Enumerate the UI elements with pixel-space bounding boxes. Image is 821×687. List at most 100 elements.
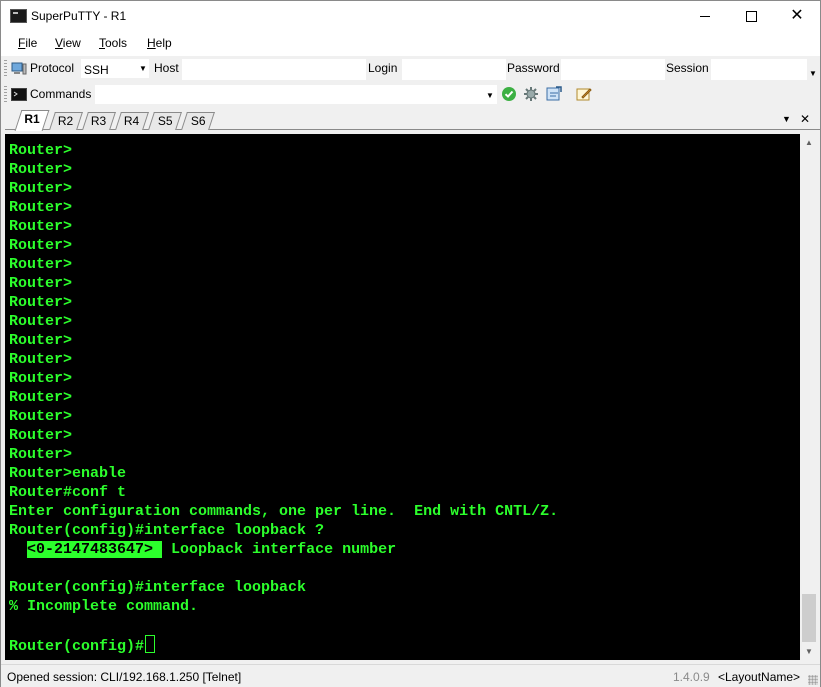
- menu-view-accel: V: [55, 36, 63, 50]
- terminal-line: Router>: [9, 142, 73, 159]
- scrollbar-thumb[interactable]: [802, 594, 816, 642]
- chevron-down-icon: ▼: [486, 91, 494, 100]
- send-command-button[interactable]: [501, 86, 517, 102]
- version-label: 1.4.0.9: [673, 670, 710, 684]
- maximize-button[interactable]: [728, 1, 774, 31]
- host-field[interactable]: [182, 59, 366, 80]
- title-bar[interactable]: SuperPuTTY - R1 ✕: [1, 1, 820, 31]
- tab-r3-label: R3: [91, 114, 107, 128]
- session-label: Session: [666, 61, 709, 75]
- edit-button[interactable]: [576, 86, 592, 102]
- menu-file-label: ile: [25, 36, 38, 50]
- terminal-line: Router>: [9, 218, 73, 235]
- toolbar-overflow-icon[interactable]: ▼: [809, 69, 817, 78]
- tab-r3[interactable]: R3: [82, 112, 116, 130]
- menu-view[interactable]: View: [55, 36, 81, 50]
- settings-button[interactable]: [523, 86, 539, 102]
- menu-bar: File View Tools Help: [1, 31, 820, 56]
- maximize-icon: [745, 10, 757, 22]
- session-tabs: R1 R2 R3 R4 S5 S6 ▼ ✕: [1, 108, 820, 132]
- terminal-help-line: <0-2147483647> Loopback interface number: [9, 540, 396, 559]
- terminal-app-icon: [10, 9, 27, 23]
- terminal-line: Router>: [9, 237, 73, 254]
- terminal-prompt: Router(config)#: [9, 638, 145, 655]
- tab-r4[interactable]: R4: [115, 112, 149, 130]
- terminal-line: Router>: [9, 275, 73, 292]
- password-label: Password: [507, 61, 560, 75]
- computer-icon: [11, 62, 27, 75]
- protocol-value: SSH: [84, 63, 109, 77]
- terminal-line: Router>: [9, 351, 73, 368]
- password-field[interactable]: [561, 59, 665, 80]
- terminal-cursor: [145, 635, 156, 653]
- menu-help-label: elp: [155, 36, 172, 50]
- login-label: Login: [368, 61, 398, 75]
- menu-help-accel: H: [147, 36, 156, 50]
- scroll-down-icon[interactable]: ▼: [800, 643, 818, 660]
- login-field[interactable]: [402, 59, 506, 80]
- commands-toolbar: Commands ▼: [1, 82, 820, 107]
- close-tab-icon[interactable]: ✕: [800, 112, 810, 126]
- window-title: SuperPuTTY - R1: [31, 9, 127, 23]
- scroll-up-icon[interactable]: ▲: [800, 134, 818, 151]
- menu-view-label: iew: [62, 36, 81, 50]
- script-button[interactable]: [546, 86, 562, 102]
- terminal-line: Router>: [9, 389, 73, 406]
- terminal-line: Router(config)#interface loopback ?: [9, 522, 325, 539]
- terminal-line: Router>: [9, 313, 73, 330]
- menu-help[interactable]: Help: [147, 36, 172, 50]
- tab-r2[interactable]: R2: [49, 112, 83, 130]
- terminal-line: Router>: [9, 199, 73, 216]
- toolbar-grip[interactable]: [4, 86, 7, 103]
- terminal-icon: [11, 88, 27, 101]
- connection-toolbar: Protocol SSH ▼ Host Login Password Sessi…: [1, 56, 820, 81]
- terminal-line: Router>: [9, 427, 73, 444]
- terminal-line: % Incomplete command.: [9, 598, 199, 615]
- protocol-label: Protocol: [30, 61, 75, 75]
- minimize-button[interactable]: [682, 1, 728, 31]
- help-range-highlight: <0-2147483647>: [27, 541, 163, 558]
- terminal-line: Router#conf t: [9, 484, 127, 501]
- terminal-line: Router>enable: [9, 465, 127, 482]
- commands-label: Commands: [30, 87, 92, 101]
- menu-tools[interactable]: Tools: [99, 36, 127, 50]
- host-label: Host: [154, 61, 179, 75]
- terminal-scrollbar[interactable]: ▲ ▼: [800, 134, 818, 660]
- close-icon: ✕: [790, 7, 804, 24]
- tab-list-icon[interactable]: ▼: [782, 114, 791, 124]
- status-bar: Opened session: CLI/192.168.1.250 [Telne…: [1, 664, 820, 687]
- terminal-line: Enter configuration commands, one per li…: [9, 503, 559, 520]
- app-window: SuperPuTTY - R1 ✕ File View Tools Help P…: [0, 0, 821, 687]
- layout-name: <LayoutName>: [718, 670, 801, 684]
- help-description: Loopback interface number: [162, 541, 397, 558]
- close-button[interactable]: ✕: [774, 1, 820, 31]
- commands-combo[interactable]: ▼: [95, 85, 497, 104]
- terminal-line: Router>: [9, 446, 73, 463]
- toolbar-grip[interactable]: [4, 60, 7, 77]
- tab-r1[interactable]: R1: [14, 110, 50, 131]
- terminal-prompt-line: Router(config)#: [9, 635, 156, 655]
- terminal-output[interactable]: Router> Router> Router> Router> Router> …: [5, 134, 800, 660]
- terminal-line: Router(config)#interface loopback: [9, 579, 307, 596]
- tab-s6[interactable]: S6: [181, 112, 215, 130]
- tab-s5[interactable]: S5: [148, 112, 182, 130]
- tab-s6-label: S6: [190, 114, 206, 128]
- terminal-line: Router>: [9, 332, 73, 349]
- gear-icon: [524, 87, 538, 101]
- terminal-line: Router>: [9, 370, 73, 387]
- session-field[interactable]: [711, 59, 807, 80]
- minimize-icon: [700, 15, 710, 17]
- tab-r2-label: R2: [58, 114, 74, 128]
- tab-r4-label: R4: [124, 114, 140, 128]
- session-status: Opened session: CLI/192.168.1.250 [Telne…: [7, 670, 242, 684]
- protocol-select[interactable]: SSH ▼: [81, 59, 149, 78]
- terminal-line: Router>: [9, 161, 73, 178]
- terminal-line: Router>: [9, 180, 73, 197]
- chevron-down-icon: ▼: [139, 64, 147, 73]
- tab-r1-label: R1: [24, 112, 40, 126]
- terminal-line: Router>: [9, 408, 73, 425]
- menu-file[interactable]: File: [18, 36, 37, 50]
- help-indent: [9, 541, 27, 558]
- resize-grip-icon[interactable]: [808, 675, 818, 685]
- terminal-line: Router>: [9, 294, 73, 311]
